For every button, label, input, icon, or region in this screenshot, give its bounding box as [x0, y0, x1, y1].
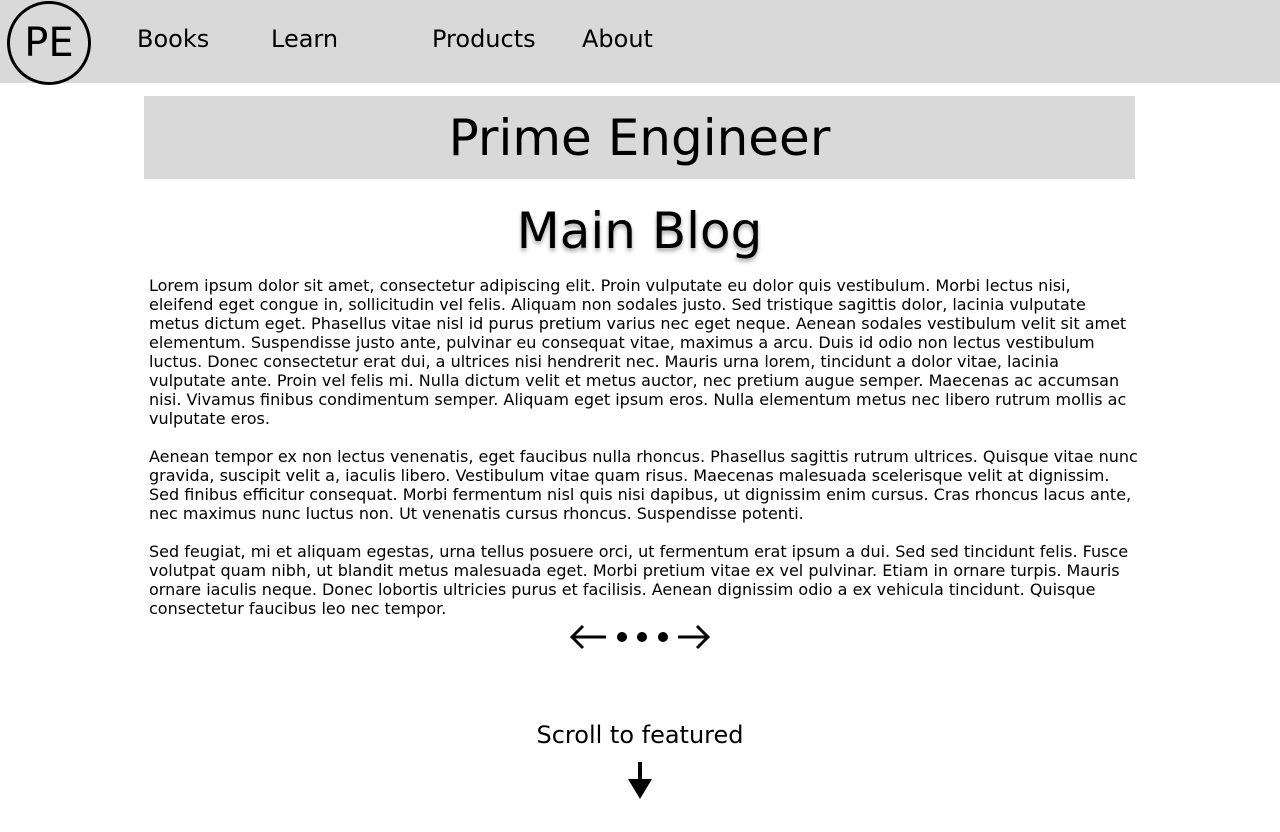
logo[interactable]: PE: [7, 1, 91, 85]
site-title: Prime Engineer: [448, 108, 831, 167]
nav-item-products[interactable]: Products: [432, 27, 536, 51]
pagination: [568, 620, 712, 654]
nav-item-learn[interactable]: Learn: [271, 27, 338, 51]
nav-item-about[interactable]: About: [582, 27, 653, 51]
blog-paragraph: Sed feugiat, mi et aliquam egestas, urna…: [149, 542, 1129, 618]
nav-item-books[interactable]: Books: [137, 27, 209, 51]
site-title-banner: Prime Engineer: [144, 96, 1135, 179]
blog-heading: Main Blog: [516, 202, 763, 260]
page-dot-2[interactable]: [637, 632, 647, 642]
scroll-to-featured-link[interactable]: Scroll to featured: [440, 723, 840, 747]
pagination-graphic: [568, 622, 712, 652]
blog-paragraph: Aenean tempor ex non lectus venenatis, e…: [149, 447, 1138, 523]
arrow-right-icon[interactable]: [676, 622, 712, 652]
logo-text: PE: [24, 20, 74, 66]
top-nav-bar: PE Books Learn Products About: [0, 0, 1280, 85]
arrow-down-icon[interactable]: [626, 760, 654, 802]
page-dot-3[interactable]: [658, 632, 668, 642]
arrow-left-icon[interactable]: [568, 622, 608, 652]
blog-paragraph: Lorem ipsum dolor sit amet, consectetur …: [149, 276, 1127, 428]
page-dot-1[interactable]: [617, 632, 627, 642]
blog-content: Lorem ipsum dolor sit amet, consectetur …: [149, 276, 1139, 637]
